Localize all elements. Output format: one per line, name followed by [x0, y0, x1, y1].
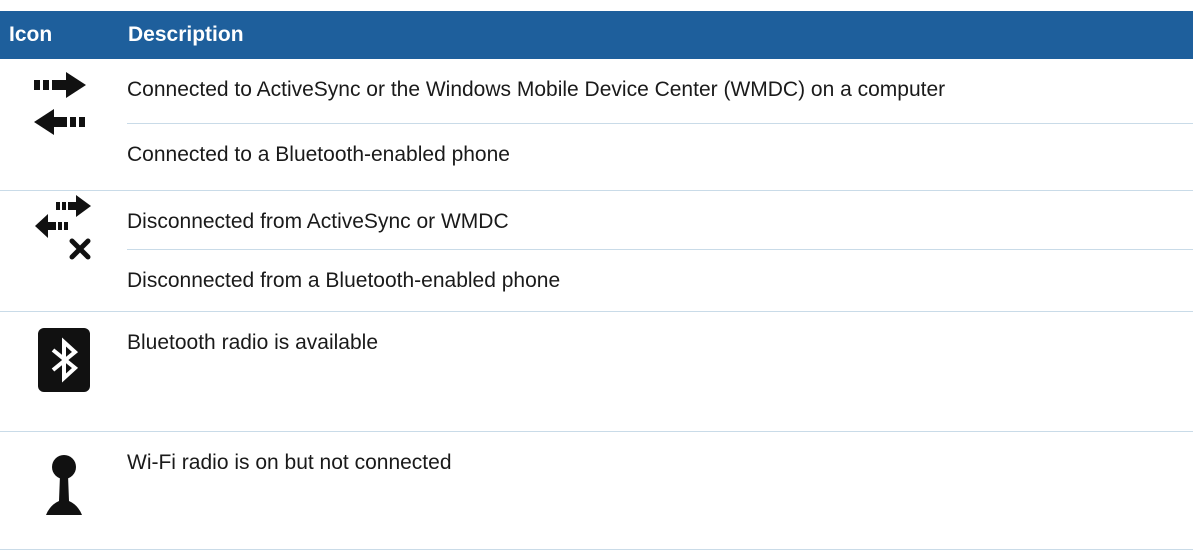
table-row: Wi-Fi radio is on but not connected	[0, 432, 1193, 550]
header-icon-column: Icon	[9, 23, 53, 46]
row-description: Wi-Fi radio is on but not connected	[127, 451, 452, 474]
bluetooth-icon	[37, 328, 90, 392]
table-row: Bluetooth radio is available	[0, 312, 1193, 432]
row-description: Bluetooth radio is available	[127, 331, 378, 354]
activesync-connected-arrows-icon	[33, 72, 86, 135]
row-description: Connected to ActiveSync or the Windows M…	[127, 59, 1193, 124]
wifi-antenna-icon	[45, 455, 82, 515]
table-header-row: Icon Description	[0, 11, 1193, 59]
table-row: Disconnected from ActiveSync or WMDC Dis…	[0, 191, 1193, 312]
row-description: Disconnected from ActiveSync or WMDC	[127, 191, 1193, 250]
header-description-column: Description	[128, 23, 244, 46]
status-icon-table: Icon Description Connected to ActiveSync…	[0, 0, 1193, 550]
table-row: Connected to ActiveSync or the Windows M…	[0, 59, 1193, 191]
row-description: Connected to a Bluetooth-enabled phone	[127, 143, 510, 166]
activesync-disconnected-arrows-x-icon	[34, 195, 91, 260]
row-description: Disconnected from a Bluetooth-enabled ph…	[127, 269, 561, 292]
